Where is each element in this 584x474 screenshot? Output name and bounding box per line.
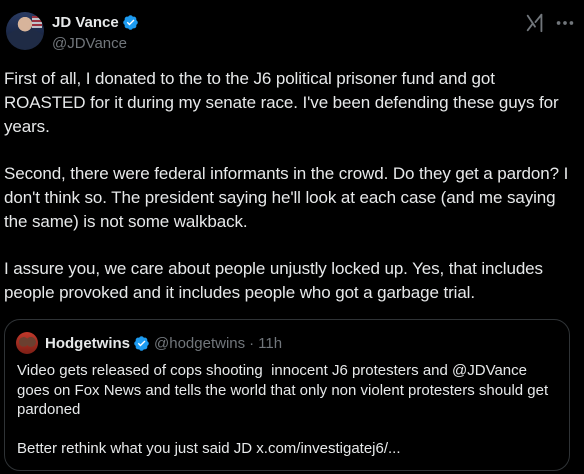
quoted-text-main: Video gets released of cops shooting inn… <box>17 362 553 418</box>
quoted-header: Hodgetwins @hodgetwins · 11h <box>45 334 282 352</box>
tweet-paragraph-2: Second, there were federal informants in… <box>4 164 573 231</box>
tweet-paragraph-1: First of all, I donated to the to the J6… <box>4 69 564 136</box>
grok-icon[interactable] <box>524 12 546 34</box>
quoted-tweet[interactable]: Hodgetwins @hodgetwins · 11h Video gets … <box>4 319 570 471</box>
author-block: JD Vance @JDVance <box>52 13 452 52</box>
quoted-timestamp[interactable]: 11h <box>258 335 282 352</box>
verified-badge-icon <box>122 15 138 30</box>
author-avatar[interactable] <box>6 12 44 50</box>
author-name-row: JD Vance <box>52 13 452 32</box>
quoted-text: Video gets released of cops shooting inn… <box>17 361 562 459</box>
more-options-icon[interactable] <box>554 12 576 34</box>
tweet-paragraph-3: I assure you, we care about people unjus… <box>4 259 548 303</box>
flag-background-decoration <box>32 16 42 28</box>
quoted-separator: · <box>249 334 255 352</box>
quoted-link[interactable]: x.com/investigatej6/... <box>256 440 400 457</box>
author-display-name[interactable]: JD Vance <box>52 14 119 31</box>
tweet: JD Vance @JDVance First of all, I donate… <box>0 0 584 474</box>
tweet-text: First of all, I donated to the to the J6… <box>4 67 580 305</box>
author-handle[interactable]: @JDVance <box>52 35 452 52</box>
quoted-verified-badge-icon <box>134 335 149 351</box>
quoted-display-name[interactable]: Hodgetwins <box>45 335 130 352</box>
quoted-author-avatar[interactable] <box>16 332 38 354</box>
quoted-handle[interactable]: @hodgetwins <box>154 335 245 352</box>
quoted-text-tail: Better rethink what you just said JD <box>17 440 257 457</box>
